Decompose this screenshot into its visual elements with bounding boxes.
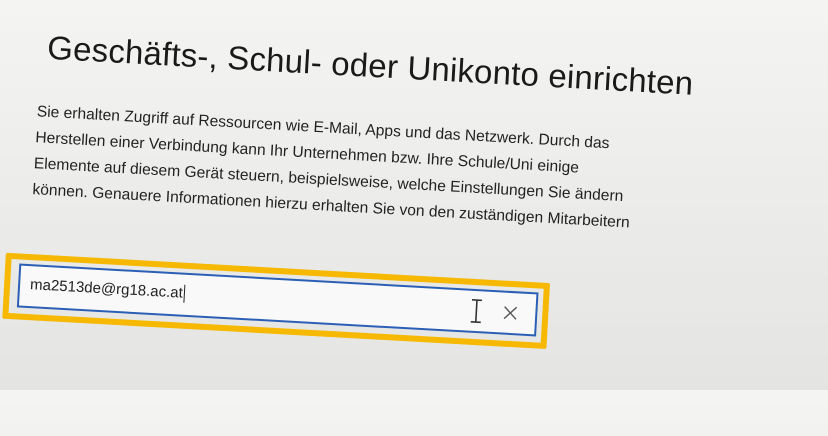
description-text: Sie erhalten Zugriff auf Ressourcen wie … [32, 99, 828, 247]
email-input-value[interactable]: ma2513de@rg18.ac.at [30, 276, 186, 303]
i-beam-cursor-icon [470, 299, 483, 324]
account-setup-page: Geschäfts-, Schul- oder Unikonto einrich… [0, 0, 827, 436]
text-caret [183, 284, 186, 303]
clear-x-icon[interactable] [499, 301, 522, 324]
email-input-text: ma2513de@rg18.ac.at [29, 276, 184, 302]
page-title: Geschäfts-, Schul- oder Unikonto einrich… [46, 28, 695, 102]
